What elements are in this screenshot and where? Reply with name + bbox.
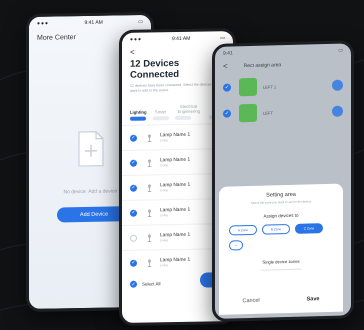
back-icon[interactable]: <: [130, 48, 135, 57]
document-add-icon: [78, 131, 104, 167]
device-name: Lamp Name 1: [160, 257, 191, 263]
tab-lighting[interactable]: Lighting: [130, 110, 147, 121]
lamp-icon: [147, 158, 152, 167]
signal-icon: ●●●: [37, 20, 50, 27]
add-zone-chip[interactable]: +: [229, 240, 243, 251]
device-room: Living: [160, 137, 168, 142]
group-row[interactable]: ✓ LEFT: [215, 97, 351, 127]
lamp-icon: [147, 133, 152, 142]
status-time: 9:41 AM: [171, 35, 191, 43]
divider: [261, 268, 301, 271]
check-icon[interactable]: ✓: [130, 209, 137, 217]
group-thumbnail: [239, 103, 257, 123]
battery-icon: ▭: [338, 47, 343, 54]
lamp-icon: [147, 183, 152, 192]
zone-chip-a[interactable]: A Zone: [229, 224, 257, 236]
page-title[interactable]: More Center: [37, 34, 76, 42]
group-name: LEFT 1: [263, 83, 277, 90]
tab-smart[interactable]: Smart: [152, 109, 169, 121]
lamp-icon: [147, 258, 152, 267]
tab-electrical[interactable]: Electrical Engineering: [174, 104, 203, 121]
battery-icon: ▭: [220, 35, 225, 42]
zone-chips: A Zone B Zone C Zone +: [219, 217, 343, 251]
page-title: Rect assign area: [243, 61, 282, 69]
device-name: Lamp Name 1: [160, 157, 191, 163]
unchecked-circle-icon[interactable]: [130, 234, 137, 242]
check-icon[interactable]: ✓: [130, 259, 137, 267]
sheet-actions: Cancel Save: [219, 296, 343, 305]
device-name: Lamp Name 1: [160, 132, 191, 138]
signal-icon: ●●●: [130, 36, 143, 43]
setting-area-sheet: Setting area Select the zone you want to…: [219, 183, 343, 315]
device-room: Living: [160, 262, 168, 267]
device-name: Lamp Name 1: [160, 207, 191, 213]
cancel-button[interactable]: Cancel: [243, 298, 260, 304]
save-button[interactable]: Save: [307, 296, 320, 302]
check-icon[interactable]: ✓: [223, 83, 231, 92]
device-room: Living: [160, 187, 168, 192]
lamp-icon: [147, 208, 152, 217]
back-icon[interactable]: <: [223, 62, 228, 71]
phone-setting-area: 9:41 ▭ < Rect assign area ✓ LEFT 1 ✓ LEF…: [212, 40, 354, 322]
select-all-label: Select All: [142, 281, 161, 287]
single-zone-label: Single device zones: [262, 258, 300, 265]
group-thumbnail: [239, 77, 257, 97]
check-icon[interactable]: ✓: [130, 134, 137, 142]
status-time: 9:41 AM: [84, 19, 103, 26]
device-room: Living: [160, 237, 168, 242]
toggle-icon[interactable]: [332, 79, 343, 91]
zone-chip-b[interactable]: B Zone: [262, 223, 290, 235]
check-icon[interactable]: ✓: [223, 109, 231, 118]
zone-chip-c[interactable]: C Zone: [295, 223, 323, 234]
sheet-description: Select the zone you want to set for the …: [250, 199, 312, 205]
lamp-icon: [147, 233, 152, 242]
group-name: LEFT: [263, 109, 273, 116]
device-name: Lamp Name 1: [160, 232, 191, 238]
device-name: Lamp Name 1: [160, 182, 191, 188]
group-row[interactable]: ✓ LEFT 1: [215, 71, 351, 101]
status-time: 9:41: [223, 50, 233, 57]
battery-icon: ▭: [138, 18, 143, 26]
check-icon[interactable]: ✓: [130, 280, 137, 288]
device-room: Living: [160, 212, 168, 217]
device-room: Living: [160, 162, 168, 167]
check-icon[interactable]: ✓: [130, 184, 137, 192]
toggle-icon[interactable]: [332, 105, 343, 117]
check-icon[interactable]: ✓: [130, 159, 137, 167]
select-all-row[interactable]: ✓ Select All: [130, 280, 161, 288]
